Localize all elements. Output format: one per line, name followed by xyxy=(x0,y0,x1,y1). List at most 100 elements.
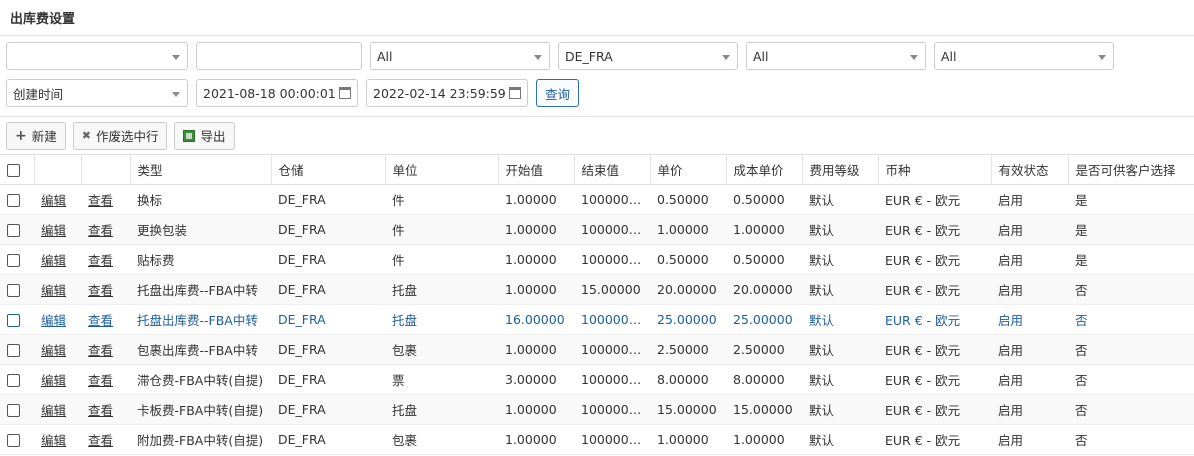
row-checkbox-cell[interactable] xyxy=(0,334,34,365)
edit-link[interactable]: 编辑 xyxy=(41,283,66,298)
filter-text-input[interactable] xyxy=(196,42,362,70)
row-checkbox-cell[interactable] xyxy=(0,244,34,275)
row-checkbox[interactable] xyxy=(7,374,20,387)
edit-link-cell[interactable]: 编辑 xyxy=(34,364,81,395)
view-link[interactable]: 查看 xyxy=(88,253,113,268)
row-checkbox[interactable] xyxy=(7,434,20,447)
row-checkbox-cell[interactable] xyxy=(0,304,34,335)
time-type-select[interactable]: 创建时间 xyxy=(6,79,188,107)
edit-link[interactable]: 编辑 xyxy=(41,313,66,328)
view-link-cell[interactable]: 查看 xyxy=(81,214,130,245)
table-cell: 100000… xyxy=(574,244,650,275)
edit-link-cell[interactable]: 编辑 xyxy=(34,244,81,275)
row-checkbox[interactable] xyxy=(7,284,20,297)
edit-link[interactable]: 编辑 xyxy=(41,343,66,358)
edit-link[interactable]: 编辑 xyxy=(41,193,66,208)
table-cell: 托盘 xyxy=(385,394,498,425)
edit-link-cell[interactable]: 编辑 xyxy=(34,274,81,305)
edit-link[interactable]: 编辑 xyxy=(41,403,66,418)
start-date-input[interactable]: 2021-08-18 00:00:01 xyxy=(196,79,358,107)
table-row[interactable]: 编辑 查看 滞仓费-FBA中转(自提) DE_FRA 票 3.00000 100000… 8.… xyxy=(0,364,1194,395)
table-row[interactable]: 编辑 查看 托盘出库费--FBA中转 DE_FRA 托盘 1.00000 15.00000 2… xyxy=(0,274,1194,305)
view-link[interactable]: 查看 xyxy=(88,283,113,298)
view-link[interactable]: 查看 xyxy=(88,433,113,448)
table-cell: 默认 xyxy=(802,184,878,215)
filter-select-4[interactable]: All xyxy=(934,42,1114,70)
select-all-checkbox[interactable] xyxy=(7,164,20,177)
filter-row-2: 创建时间 2021-08-18 00:00:01 2022-02-14 23:5… xyxy=(6,79,1188,109)
table-cell: 否 xyxy=(1068,274,1194,305)
view-link-cell[interactable]: 查看 xyxy=(81,184,130,215)
query-button[interactable]: 查询 xyxy=(536,79,580,107)
row-checkbox[interactable] xyxy=(7,344,20,357)
plus-icon: + xyxy=(15,127,27,144)
edit-link-cell[interactable]: 编辑 xyxy=(34,214,81,245)
table-cell: 默认 xyxy=(802,334,878,365)
table-row[interactable]: 编辑 查看 托盘出库费--FBA中转 DE_FRA 托盘 16.00000 100000… 2… xyxy=(0,304,1194,335)
row-checkbox[interactable] xyxy=(7,404,20,417)
edit-link[interactable]: 编辑 xyxy=(41,373,66,388)
view-link[interactable]: 查看 xyxy=(88,403,113,418)
view-link[interactable]: 查看 xyxy=(88,313,113,328)
view-link-cell[interactable]: 查看 xyxy=(81,244,130,275)
edit-link-cell[interactable]: 编辑 xyxy=(34,304,81,335)
filter-select-2[interactable]: All xyxy=(370,42,550,70)
void-selected-button[interactable]: ✖ 作废选中行 xyxy=(72,121,168,150)
edit-link-cell[interactable]: 编辑 xyxy=(34,184,81,215)
row-checkbox[interactable] xyxy=(7,224,20,237)
filter-select-3[interactable]: All xyxy=(746,42,926,70)
table-cell: EUR € - 欧元 xyxy=(878,364,991,395)
row-checkbox-cell[interactable] xyxy=(0,184,34,215)
edit-link[interactable]: 编辑 xyxy=(41,223,66,238)
table-cell: DE_FRA xyxy=(271,364,385,395)
select-all-checkbox-cell[interactable] xyxy=(0,154,35,185)
table-row[interactable]: 编辑 查看 更换包装 DE_FRA 件 1.00000 100000… 1.00000 1.00… xyxy=(0,214,1194,245)
view-link-cell[interactable]: 查看 xyxy=(81,424,130,455)
view-link-cell[interactable]: 查看 xyxy=(81,394,130,425)
view-link[interactable]: 查看 xyxy=(88,373,113,388)
new-button[interactable]: + 新建 xyxy=(6,121,66,150)
view-link[interactable]: 查看 xyxy=(88,223,113,238)
edit-link-cell[interactable]: 编辑 xyxy=(34,334,81,365)
row-checkbox[interactable] xyxy=(7,314,20,327)
page-title: 出库费设置 xyxy=(10,12,76,27)
table-cell: 启用 xyxy=(991,334,1068,365)
view-link-cell[interactable]: 查看 xyxy=(81,304,130,335)
row-checkbox-cell[interactable] xyxy=(0,394,34,425)
row-checkbox-cell[interactable] xyxy=(0,214,34,245)
table-cell: 8.00000 xyxy=(726,364,802,395)
row-checkbox-cell[interactable] xyxy=(0,364,34,395)
view-link[interactable]: 查看 xyxy=(88,193,113,208)
table-cell: DE_FRA xyxy=(271,334,385,365)
table-row[interactable]: 编辑 查看 包裹出库费--FBA中转 DE_FRA 包裹 1.00000 100000… 2.… xyxy=(0,334,1194,365)
end-date-input[interactable]: 2022-02-14 23:59:59 xyxy=(366,79,528,107)
view-link-cell[interactable]: 查看 xyxy=(81,364,130,395)
table-cell: 托盘出库费--FBA中转 xyxy=(130,274,271,305)
table-cell: EUR € - 欧元 xyxy=(878,334,991,365)
filter-panel: All DE_FRA All All 创建时间 2021-08-18 00:00:01… xyxy=(0,36,1194,109)
table-cell: 包裹 xyxy=(385,424,498,455)
export-button[interactable]: 导出 xyxy=(174,121,235,150)
edit-link[interactable]: 编辑 xyxy=(41,253,66,268)
table-row[interactable]: 编辑 查看 卡板费-FBA中转(自提) DE_FRA 托盘 1.00000 100000… 1… xyxy=(0,394,1194,425)
table-row[interactable]: 编辑 查看 贴标费 DE_FRA 件 1.00000 100000… 0.50000 0.500… xyxy=(0,244,1194,275)
view-link-cell[interactable]: 查看 xyxy=(81,334,130,365)
view-link-cell[interactable]: 查看 xyxy=(81,274,130,305)
calendar-icon[interactable] xyxy=(339,87,351,99)
warehouse-select[interactable]: DE_FRA xyxy=(558,42,738,70)
column-header: 成本单价 xyxy=(726,154,803,185)
view-link[interactable]: 查看 xyxy=(88,343,113,358)
row-checkbox-cell[interactable] xyxy=(0,424,34,455)
row-checkbox-cell[interactable] xyxy=(0,274,34,305)
row-checkbox[interactable] xyxy=(7,194,20,207)
edit-link-cell[interactable]: 编辑 xyxy=(34,424,81,455)
edit-link-cell[interactable]: 编辑 xyxy=(34,394,81,425)
table-cell: 1.00000 xyxy=(650,424,726,455)
table-row[interactable]: 编辑 查看 附加费-FBA中转(自提) DE_FRA 包裹 1.00000 100000… 1… xyxy=(0,424,1194,455)
row-checkbox[interactable] xyxy=(7,254,20,267)
table-row[interactable]: 编辑 查看 换标 DE_FRA 件 1.00000 100000… 0.50000 0.5000… xyxy=(0,184,1194,215)
edit-link[interactable]: 编辑 xyxy=(41,433,66,448)
calendar-icon[interactable] xyxy=(509,87,521,99)
column-header: 是否可供客户选择 xyxy=(1068,154,1194,185)
filter-select-1[interactable] xyxy=(6,42,188,70)
